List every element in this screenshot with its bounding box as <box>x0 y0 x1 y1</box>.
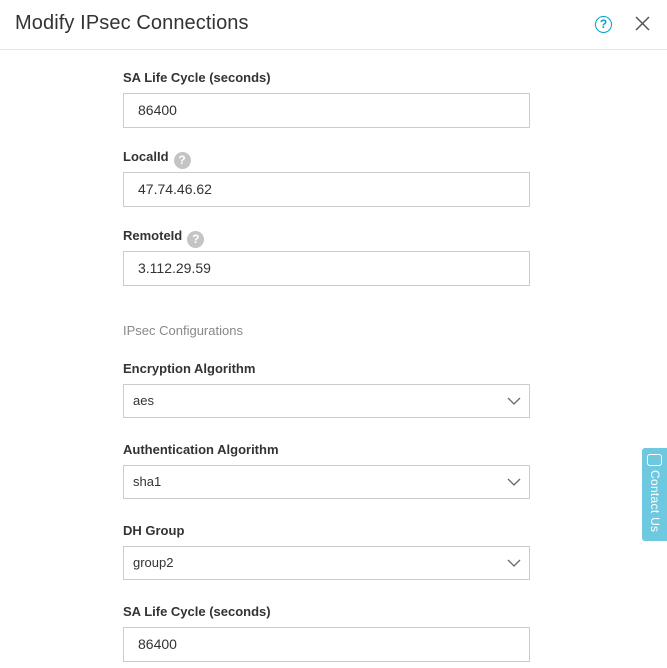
remote-id-label-text: RemoteId <box>123 228 183 243</box>
dialog-header: Modify IPsec Connections ? <box>0 0 667 50</box>
ipsec-section-title: IPsec Configurations <box>123 323 243 338</box>
sa-life-cycle-input[interactable]: 86400 <box>123 93 530 128</box>
remote-id-label: RemoteId? <box>123 228 205 248</box>
encryption-algorithm-value: aes <box>133 393 154 408</box>
sa-life-cycle-label: SA Life Cycle (seconds) <box>123 70 271 85</box>
dh-group-select[interactable]: group2 <box>123 546 530 580</box>
chevron-down-icon <box>507 478 521 486</box>
chat-icon <box>647 454 662 466</box>
ipsec-sa-life-cycle-input[interactable]: 86400 <box>123 627 530 662</box>
ipsec-sa-life-cycle-label: SA Life Cycle (seconds) <box>123 604 271 619</box>
dh-group-value: group2 <box>133 555 174 570</box>
local-id-input[interactable]: 47.74.46.62 <box>123 172 530 207</box>
dialog-title: Modify IPsec Connections <box>15 12 249 34</box>
local-id-label: LocalId? <box>123 149 191 169</box>
help-icon[interactable]: ? <box>595 16 612 33</box>
contact-us-label: Contact Us <box>648 470 662 533</box>
chevron-down-icon <box>507 397 521 405</box>
encryption-algorithm-label: Encryption Algorithm <box>123 361 256 376</box>
encryption-algorithm-select[interactable]: aes <box>123 384 530 418</box>
dh-group-label: DH Group <box>123 523 185 538</box>
modify-ipsec-dialog: Modify IPsec Connections ? SA Life Cycle… <box>0 0 667 668</box>
help-tooltip-icon[interactable]: ? <box>173 152 191 169</box>
contact-us-tab[interactable]: Contact Us <box>642 448 667 541</box>
authentication-algorithm-value: sha1 <box>133 474 162 489</box>
local-id-label-text: LocalId <box>123 149 169 164</box>
remote-id-input[interactable]: 3.112.29.59 <box>123 251 530 286</box>
authentication-algorithm-select[interactable]: sha1 <box>123 465 530 499</box>
close-icon[interactable] <box>634 15 651 32</box>
authentication-algorithm-label: Authentication Algorithm <box>123 442 279 457</box>
chevron-down-icon <box>507 559 521 567</box>
help-tooltip-icon[interactable]: ? <box>187 231 205 248</box>
